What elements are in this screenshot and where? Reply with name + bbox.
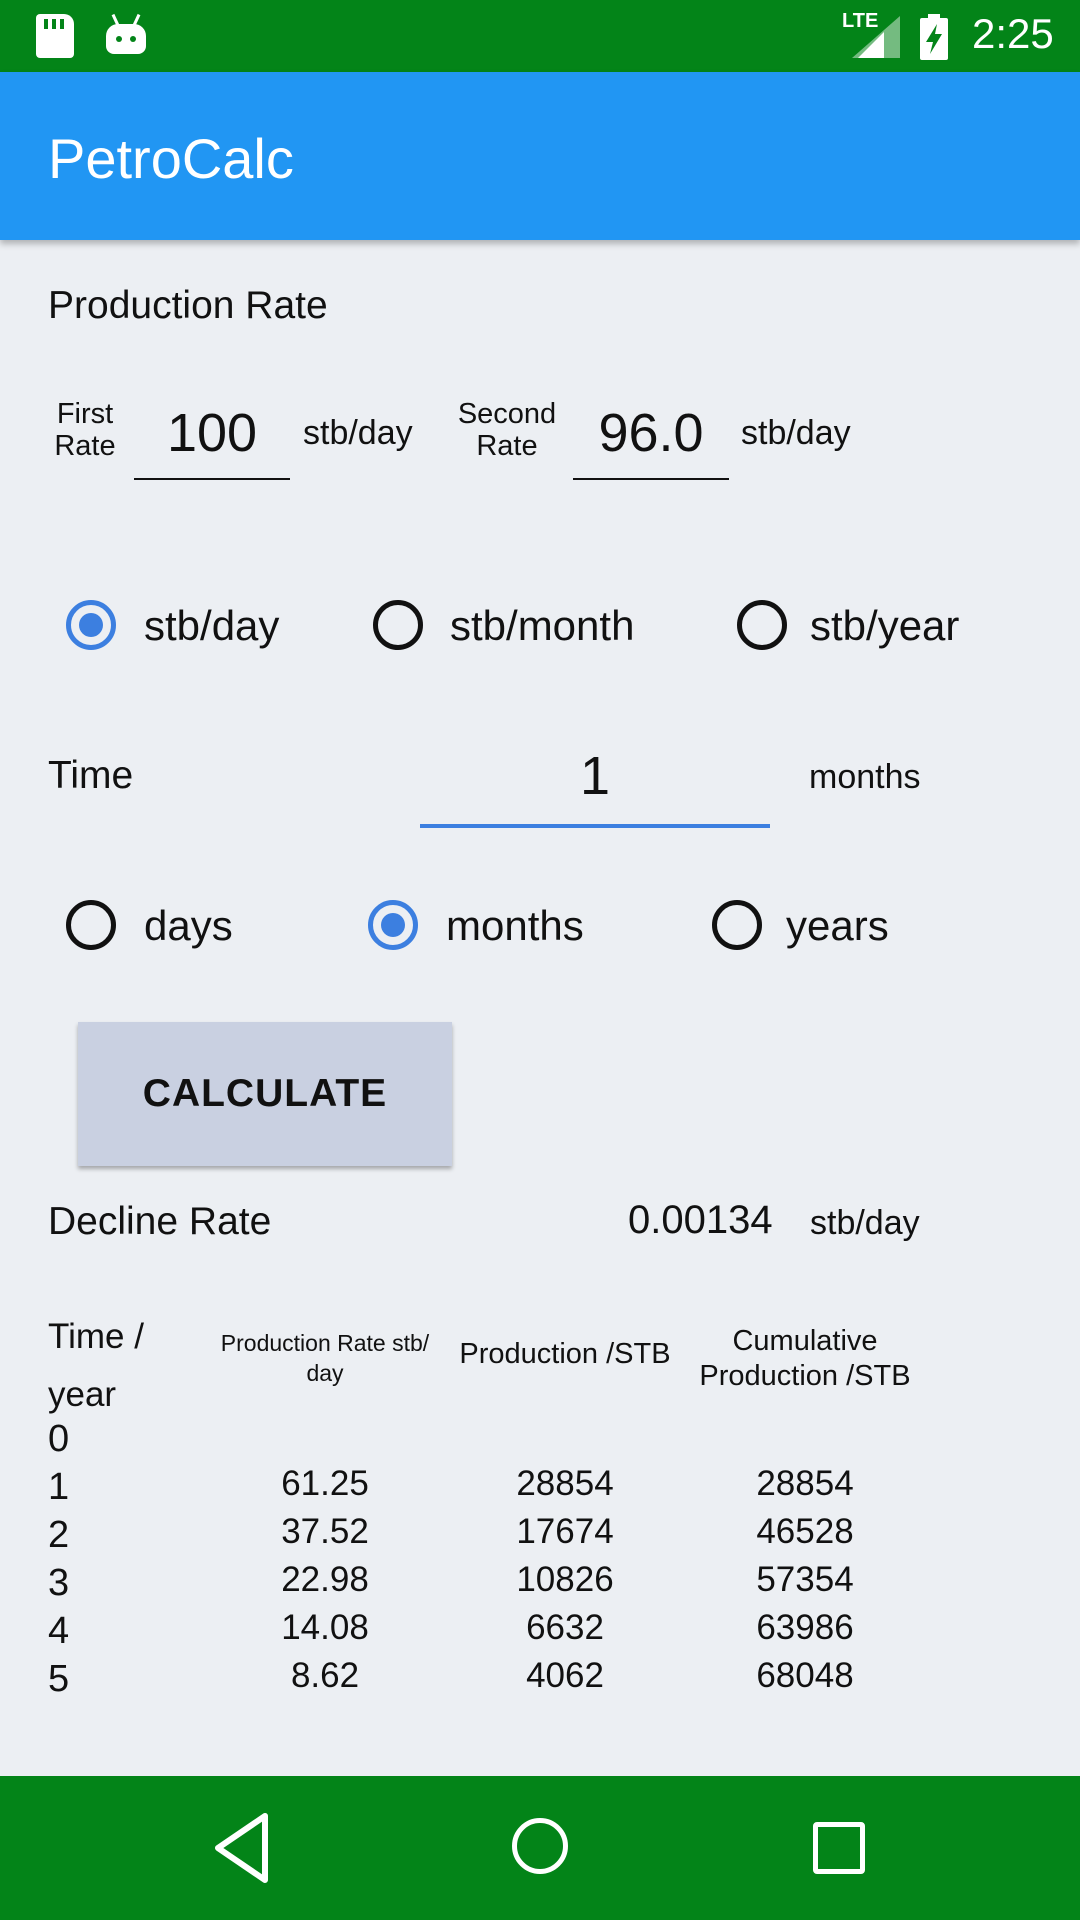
table-row-1-rate: 61.25 — [281, 1464, 369, 1503]
table-row-2-production: 17674 — [516, 1512, 614, 1551]
table-header-cumulative-line2: Production /STB — [699, 1360, 911, 1392]
table-row-4-cumulative: 63986 — [756, 1608, 854, 1647]
table-row-4-production: 6632 — [526, 1608, 604, 1647]
table-row-3-time: 3 — [48, 1562, 70, 1604]
time-label: Time — [48, 754, 134, 797]
rate-unit-radio-year[interactable] — [737, 600, 787, 650]
decline-rate-unit: stb/day — [810, 1204, 920, 1242]
table-row-1-cumulative: 28854 — [756, 1464, 854, 1503]
table-header-cumulative: Cumulative Production /STB — [690, 1324, 920, 1394]
home-icon[interactable] — [512, 1818, 568, 1874]
table-row-2-time: 2 — [48, 1514, 70, 1556]
table-header-rate: Production Rate stb/ day — [205, 1328, 445, 1388]
table-row-2-cumulative: 46528 — [756, 1512, 854, 1551]
rate-unit-label-day[interactable]: stb/day — [144, 602, 279, 650]
decline-rate-value: 0.00134 — [628, 1198, 773, 1242]
table-header-time-line1: Time / — [48, 1317, 144, 1356]
table-row-3-cumulative: 57354 — [756, 1560, 854, 1599]
table-row-0-time: 0 — [48, 1418, 70, 1460]
time-unit-label-days[interactable]: days — [144, 902, 233, 950]
first-rate-input[interactable]: 100 — [134, 400, 290, 480]
time-unit-radio-months[interactable] — [368, 900, 418, 950]
first-rate-unit: stb/day — [303, 414, 413, 452]
table-header-rate-line1: Production Rate stb/ — [220, 1330, 430, 1356]
table-row-1-time: 1 — [48, 1466, 70, 1508]
decline-rate-label: Decline Rate — [48, 1200, 272, 1243]
production-rate-heading: Production Rate — [48, 284, 328, 327]
table-row-5-rate: 8.62 — [290, 1656, 360, 1695]
table-row-5-time: 5 — [48, 1658, 70, 1700]
recents-icon[interactable] — [813, 1822, 865, 1874]
rate-unit-label-year[interactable]: stb/year — [810, 602, 959, 650]
time-unit-radio-years[interactable] — [712, 900, 762, 950]
table-header-production: Production /STB — [459, 1338, 671, 1370]
rate-unit-label-month[interactable]: stb/month — [450, 602, 634, 650]
navigation-bar — [0, 1776, 1080, 1920]
table-header-time: Time / year — [48, 1316, 144, 1416]
back-icon[interactable] — [210, 1810, 280, 1886]
time-input[interactable]: 1 — [420, 740, 770, 828]
status-bar: LTE 2:25 — [0, 0, 1080, 72]
rate-unit-radio-day[interactable] — [66, 600, 116, 650]
second-rate-label: Second Rate — [454, 398, 560, 462]
table-row-4-rate: 14.08 — [281, 1608, 369, 1647]
time-unit-label-months[interactable]: months — [446, 902, 584, 950]
time-unit-label-years[interactable]: years — [786, 902, 889, 950]
rate-unit-radio-month[interactable] — [373, 600, 423, 650]
table-row-2-rate: 37.52 — [281, 1512, 369, 1551]
calculate-button[interactable]: CALCULATE — [78, 1022, 452, 1166]
time-unit: months — [809, 758, 921, 796]
time-unit-radio-days[interactable] — [66, 900, 116, 950]
app-bar: PetroCalc — [0, 72, 1080, 240]
second-rate-unit: stb/day — [741, 414, 851, 452]
second-rate-label-line1: Second — [457, 398, 557, 430]
sd-card-icon — [36, 14, 74, 58]
table-row-5-production: 4062 — [526, 1656, 604, 1695]
cell-signal-icon — [852, 16, 900, 58]
table-row-5-cumulative: 68048 — [756, 1656, 854, 1695]
table-header-rate-line2: day — [306, 1360, 344, 1386]
table-header-cumulative-line1: Cumulative — [732, 1325, 878, 1357]
status-time: 2:25 — [972, 10, 1054, 57]
battery-charging-icon — [920, 14, 948, 60]
second-rate-label-line2: Rate — [476, 430, 538, 462]
first-rate-label-line2: Rate — [54, 430, 116, 462]
table-row-1-production: 28854 — [516, 1464, 614, 1503]
table-row-4-time: 4 — [48, 1610, 70, 1652]
android-debug-icon — [106, 12, 146, 56]
table-header-time-line2: year — [48, 1375, 117, 1414]
app-title: PetroCalc — [48, 127, 294, 190]
first-rate-label: First Rate — [50, 398, 120, 462]
table-row-3-rate: 22.98 — [281, 1560, 369, 1599]
second-rate-input[interactable]: 96.0 — [573, 400, 729, 480]
table-row-3-production: 10826 — [516, 1560, 614, 1599]
first-rate-label-line1: First — [56, 398, 114, 430]
